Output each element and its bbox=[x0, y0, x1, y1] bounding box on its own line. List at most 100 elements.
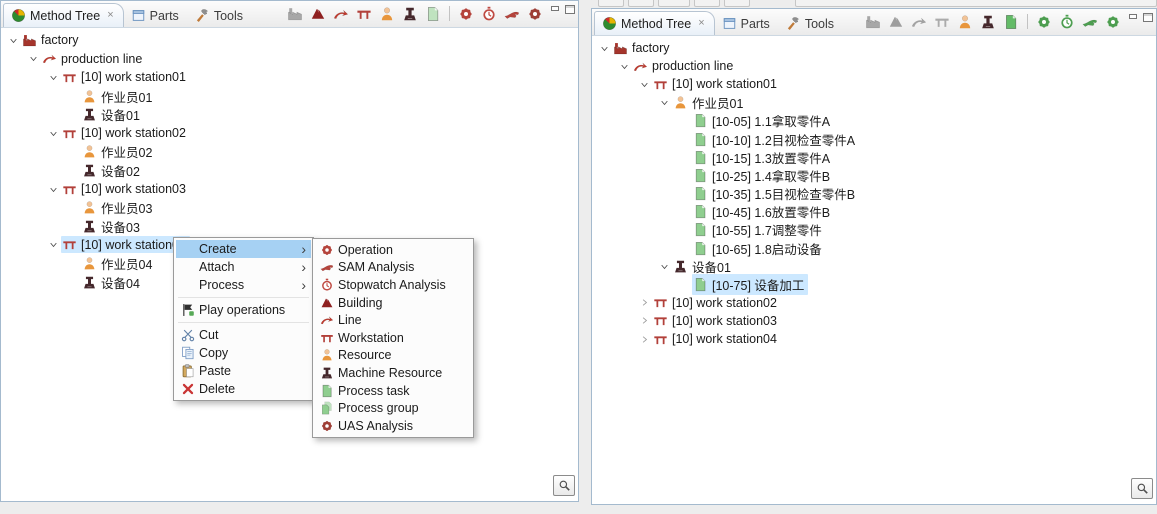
tree-node[interactable]: 作业员02 bbox=[2, 143, 577, 162]
tab-tools[interactable]: Tools bbox=[188, 4, 252, 27]
menu-item-attach[interactable]: Attach› bbox=[176, 258, 311, 276]
tree-node[interactable]: [10] work station02 bbox=[593, 294, 1155, 312]
menu-item-create[interactable]: Create› bbox=[176, 240, 311, 258]
tree-node[interactable]: [10] work station03 bbox=[593, 312, 1155, 330]
chevron-down-icon[interactable] bbox=[657, 262, 672, 271]
tree-node[interactable]: [10-65] 1.8启动设备 bbox=[593, 239, 1155, 257]
menu-item-process-group[interactable]: Process group bbox=[315, 399, 471, 417]
tree-node[interactable]: factory bbox=[2, 31, 577, 50]
tree-node[interactable]: production line bbox=[2, 50, 577, 69]
menu-item-operation[interactable]: Operation bbox=[315, 241, 471, 259]
menu-item-copy[interactable]: Copy bbox=[176, 344, 311, 362]
chevron-down-icon[interactable] bbox=[46, 240, 61, 249]
chevron-down-icon[interactable] bbox=[637, 80, 652, 89]
tree-node[interactable]: [10] work station01 bbox=[593, 75, 1155, 93]
tab-method-tree[interactable]: Method Tree× bbox=[594, 11, 715, 35]
tree-node[interactable]: [10-05] 1.1拿取零件A bbox=[593, 112, 1155, 130]
menu-item-resource[interactable]: Resource bbox=[315, 347, 471, 365]
maximize-button[interactable] bbox=[1143, 13, 1153, 22]
chevron-down-icon[interactable] bbox=[617, 62, 632, 71]
factory-icon bbox=[287, 6, 303, 22]
toolbar-button-building[interactable] bbox=[309, 5, 327, 23]
toolbar-button-resource[interactable] bbox=[956, 13, 974, 31]
menu-item-delete[interactable]: Delete bbox=[176, 380, 311, 398]
tab-method-tree[interactable]: Method Tree× bbox=[3, 3, 124, 27]
chevron-right-icon[interactable] bbox=[637, 298, 652, 307]
tree-node[interactable]: factory bbox=[593, 39, 1155, 57]
toolbar-button-resource[interactable] bbox=[378, 5, 396, 23]
tree-node[interactable]: [10-15] 1.3放置零件A bbox=[593, 148, 1155, 166]
tree-node[interactable]: [10-25] 1.4拿取零件B bbox=[593, 166, 1155, 184]
chevron-right-icon[interactable] bbox=[637, 335, 652, 344]
toolbar-button-stopwatch-analysis[interactable] bbox=[1058, 13, 1076, 31]
toolbar-button-factory[interactable] bbox=[864, 13, 882, 31]
tree-node[interactable]: 设备02 bbox=[2, 161, 577, 180]
chevron-right-icon[interactable] bbox=[637, 316, 652, 325]
tree-node[interactable]: [10-35] 1.5目视检查零件B bbox=[593, 185, 1155, 203]
toolbar-button-workstation[interactable] bbox=[933, 13, 951, 31]
process-task-icon bbox=[693, 168, 708, 183]
tree-node[interactable]: [10] work station02 bbox=[2, 124, 577, 143]
toolbar-button-uas-analysis[interactable] bbox=[526, 5, 544, 23]
toolbar-button-process-task[interactable] bbox=[424, 5, 442, 23]
minimize-button[interactable] bbox=[1129, 13, 1139, 22]
tree-node[interactable]: 作业员03 bbox=[2, 198, 577, 217]
toolbar-button-stopwatch-analysis[interactable] bbox=[480, 5, 498, 23]
tab-tools[interactable]: Tools bbox=[779, 12, 843, 35]
toolbar-button-machine-resource[interactable] bbox=[979, 13, 997, 31]
toolbar-separator bbox=[1027, 14, 1028, 29]
toolbar-button-operation[interactable] bbox=[1035, 13, 1053, 31]
toolbar-button-workstation[interactable] bbox=[355, 5, 373, 23]
chevron-down-icon[interactable] bbox=[46, 73, 61, 82]
menu-item-process-task[interactable]: Process task bbox=[315, 382, 471, 400]
tree-node[interactable]: production line bbox=[593, 57, 1155, 75]
tree-node[interactable]: [10-75] 设备加工 bbox=[593, 275, 1155, 293]
toolbar-button-line[interactable] bbox=[910, 13, 928, 31]
close-icon[interactable]: × bbox=[107, 10, 113, 21]
chevron-down-icon[interactable] bbox=[46, 185, 61, 194]
menu-item-sam-analysis[interactable]: SAM Analysis bbox=[315, 259, 471, 277]
chevron-down-icon[interactable] bbox=[6, 36, 21, 45]
toolbar-button-sam-analysis[interactable] bbox=[503, 5, 521, 23]
tree-node[interactable]: 设备01 bbox=[2, 105, 577, 124]
toolbar-button-line[interactable] bbox=[332, 5, 350, 23]
search-button[interactable] bbox=[1131, 478, 1153, 499]
menu-item-cut[interactable]: Cut bbox=[176, 326, 311, 344]
chevron-down-icon[interactable] bbox=[657, 98, 672, 107]
toolbar-button-uas-analysis[interactable] bbox=[1104, 13, 1122, 31]
tree-node[interactable]: 设备03 bbox=[2, 217, 577, 236]
toolbar-button-sam-analysis[interactable] bbox=[1081, 13, 1099, 31]
menu-item-line[interactable]: Line bbox=[315, 311, 471, 329]
tree-node[interactable]: [10] work station01 bbox=[2, 68, 577, 87]
menu-item-building[interactable]: Building bbox=[315, 294, 471, 312]
tab-parts[interactable]: Parts bbox=[715, 12, 779, 35]
tree-node[interactable]: [10] work station03 bbox=[2, 180, 577, 199]
close-icon[interactable]: × bbox=[698, 18, 704, 29]
minimize-button[interactable] bbox=[551, 5, 561, 14]
menu-item-uas-analysis[interactable]: UAS Analysis bbox=[315, 417, 471, 435]
toolbar-button-factory[interactable] bbox=[286, 5, 304, 23]
menu-item-workstation[interactable]: Workstation bbox=[315, 329, 471, 347]
tree-node[interactable]: [10-10] 1.2目视检查零件A bbox=[593, 130, 1155, 148]
menu-item-stopwatch-analysis[interactable]: Stopwatch Analysis bbox=[315, 276, 471, 294]
search-button[interactable] bbox=[553, 475, 575, 496]
chevron-down-icon[interactable] bbox=[26, 54, 41, 63]
menu-item-process[interactable]: Process› bbox=[176, 276, 311, 294]
menu-item-paste[interactable]: Paste bbox=[176, 362, 311, 380]
maximize-button[interactable] bbox=[565, 5, 575, 14]
tree-node[interactable]: 作业员01 bbox=[2, 87, 577, 106]
chevron-down-icon[interactable] bbox=[46, 129, 61, 138]
tab-parts[interactable]: Parts bbox=[124, 4, 188, 27]
tree-node[interactable]: 作业员01 bbox=[593, 94, 1155, 112]
toolbar-button-operation[interactable] bbox=[457, 5, 475, 23]
menu-item-machine-resource[interactable]: Machine Resource bbox=[315, 364, 471, 382]
toolbar-button-machine-resource[interactable] bbox=[401, 5, 419, 23]
chevron-down-icon[interactable] bbox=[597, 44, 612, 53]
tree-node[interactable]: [10-45] 1.6放置零件B bbox=[593, 203, 1155, 221]
toolbar-button-process-task[interactable] bbox=[1002, 13, 1020, 31]
tree-node[interactable]: [10] work station04 bbox=[593, 330, 1155, 348]
toolbar-button-building[interactable] bbox=[887, 13, 905, 31]
tree-node[interactable]: 设备01 bbox=[593, 257, 1155, 275]
tree-node[interactable]: [10-55] 1.7调整零件 bbox=[593, 221, 1155, 239]
menu-item-play-operations[interactable]: Play operations bbox=[176, 301, 311, 319]
